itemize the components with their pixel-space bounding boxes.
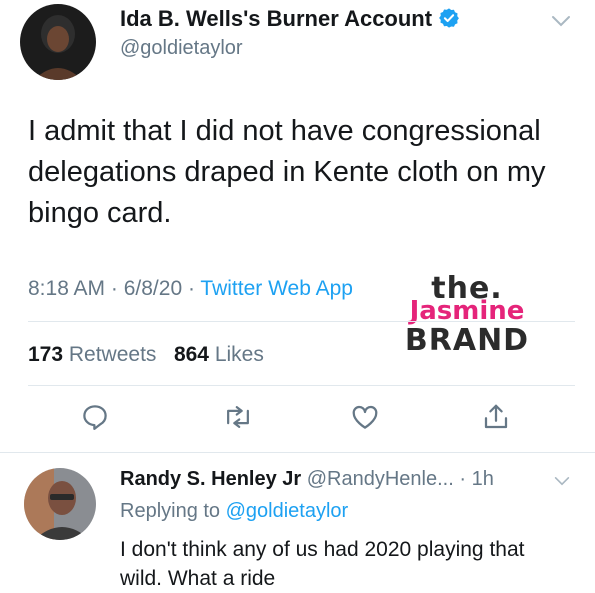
reply-text: I don't think any of us had 2020 playing… [120,538,525,590]
replying-to: Replying to @goldietaylor [120,500,348,523]
tweet-time[interactable]: 8:18 AM [28,277,105,300]
reply-author-avatar[interactable] [24,468,96,540]
meta-separator: · [182,277,201,300]
engagement-counts: 173 Retweets 864 Likes [28,343,264,367]
reply-icon [83,405,107,430]
reply-button[interactable] [80,402,110,437]
verified-badge-icon [438,7,460,35]
watermark-line3: BRAND [404,323,530,358]
divider [28,321,575,322]
retweets-count: 173 [28,343,64,366]
tweet-date[interactable]: 6/8/20 [124,277,182,300]
author-name[interactable]: Ida B. Wells's Burner Account [120,6,460,35]
replying-prefix: Replying to [120,500,226,522]
like-button[interactable] [350,402,380,437]
retweet-icon [227,406,249,428]
share-icon [484,404,508,429]
reply-handle: @RandyHenle... [301,468,454,490]
author-avatar[interactable] [20,4,96,80]
chevron-down-icon[interactable] [551,14,571,33]
divider [0,452,595,453]
reply-author[interactable]: Randy S. Henley Jr @RandyHenle... · 1h [120,468,494,491]
author-display-name: Ida B. Wells's Burner Account [120,6,433,31]
retweet-button[interactable] [222,402,254,437]
share-button[interactable] [481,402,511,437]
replying-handle[interactable]: @goldietaylor [226,500,349,522]
likes-label: Likes [208,343,264,366]
tweet-source[interactable]: Twitter Web App [200,277,353,300]
reply-display-name: Randy S. Henley Jr [120,468,302,490]
divider [28,385,575,386]
tweet-meta: 8:18 AM · 6/8/20 · Twitter Web App [28,277,353,301]
heart-icon [352,405,378,429]
retweets-count-link[interactable]: 173 Retweets [28,343,156,366]
watermark-logo: the. Jasmine BRAND [392,274,542,356]
chevron-down-icon[interactable] [554,474,570,492]
likes-count: 864 [173,343,209,366]
meta-separator: · [105,277,124,300]
tweet-text: I admit that I did not have congressiona… [28,115,546,229]
reply-time: · 1h [453,468,494,490]
author-handle[interactable]: @goldietaylor [120,37,243,60]
retweets-label: Retweets [63,343,157,366]
likes-count-link[interactable]: 864 Likes [174,343,264,366]
